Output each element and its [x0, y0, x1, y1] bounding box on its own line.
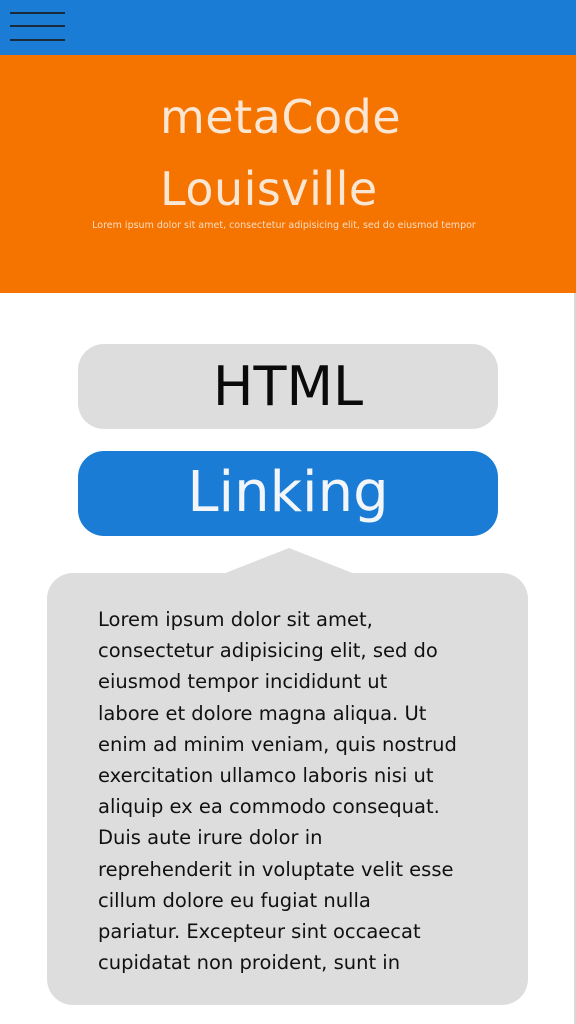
- menu-line-top: [10, 12, 65, 14]
- top-nav-bar: [0, 0, 576, 55]
- topic-description-text: Lorem ipsum dolor sit amet, consectetur …: [98, 608, 457, 975]
- site-title: metaCode Louisville: [160, 81, 500, 225]
- menu-line-bottom: [10, 39, 65, 41]
- description-bubble-pointer: [223, 548, 355, 574]
- hamburger-menu-icon[interactable]: [10, 12, 66, 44]
- html-topic-button[interactable]: HTML: [78, 344, 498, 429]
- hero-banner: metaCode Louisville Lorem ipsum dolor si…: [0, 55, 576, 293]
- topic-description-bubble: Lorem ipsum dolor sit amet, consectetur …: [47, 573, 528, 1005]
- site-title-line-2: Louisville: [160, 162, 378, 216]
- site-title-line-1: metaCode: [160, 90, 402, 144]
- linking-topic-button[interactable]: Linking: [78, 451, 498, 536]
- menu-line-middle: [10, 25, 65, 27]
- site-tagline: Lorem ipsum dolor sit amet, consectetur …: [92, 220, 476, 231]
